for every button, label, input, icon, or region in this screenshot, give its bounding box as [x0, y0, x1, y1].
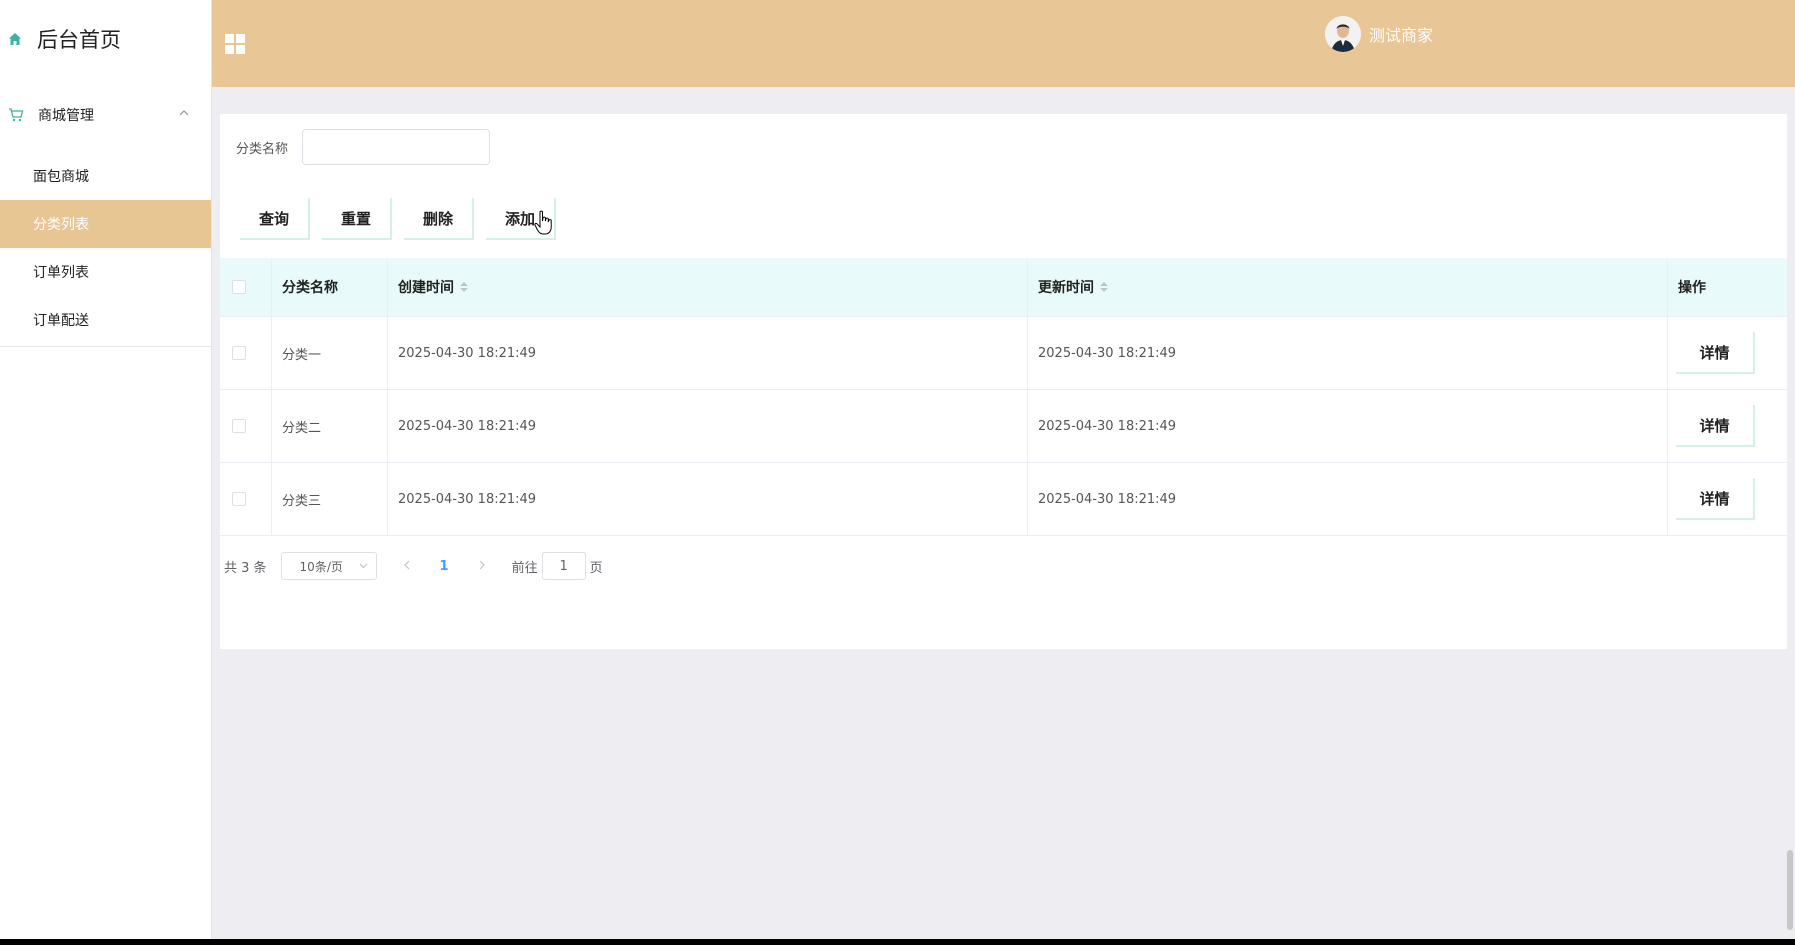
- cell-ops: 详情: [1668, 463, 1787, 535]
- category-name-input[interactable]: [302, 129, 490, 165]
- detail-button[interactable]: 详情: [1676, 405, 1755, 447]
- user-menu[interactable]: 测试商家: [1325, 16, 1433, 52]
- home-icon: [9, 33, 21, 45]
- header-created-label: 创建时间: [398, 280, 454, 296]
- chevron-left-icon: [403, 560, 409, 570]
- table-row: 分类三 2025-04-30 18:21:49 2025-04-30 18:21…: [220, 463, 1787, 536]
- cell-name: 分类三: [272, 463, 388, 535]
- goto-label: 前往: [511, 560, 538, 576]
- detail-button[interactable]: 详情: [1676, 332, 1755, 374]
- chevron-right-icon: [479, 560, 485, 570]
- cell-created: 2025-04-30 18:21:49: [388, 390, 1028, 462]
- sidebar: 后台首页 商城管理 面包商城 分类列表 订单列表 订单配送: [0, 0, 212, 939]
- search-row: 分类名称: [236, 129, 490, 165]
- reset-button[interactable]: 重置: [322, 198, 392, 240]
- cart-icon: [9, 108, 24, 122]
- username: 测试商家: [1369, 26, 1434, 45]
- header-checkbox-cell: [220, 258, 272, 316]
- row-checkbox[interactable]: [232, 346, 246, 360]
- sidebar-item-order-delivery[interactable]: 订单配送: [0, 296, 211, 344]
- chevron-down-icon: [359, 563, 367, 569]
- sidebar-item-label: 订单列表: [33, 265, 89, 281]
- sort-icon[interactable]: [1100, 282, 1108, 292]
- sidebar-brand[interactable]: 后台首页: [0, 0, 211, 78]
- menu-group-mall[interactable]: 商城管理: [0, 78, 211, 152]
- scrollbar[interactable]: [1785, 850, 1795, 930]
- total-count: 共 3 条: [224, 560, 267, 576]
- top-header: 测试商家: [212, 0, 1795, 87]
- table-header: 分类名称 创建时间 更新时间 操作: [220, 258, 1787, 317]
- next-page-button[interactable]: [479, 559, 486, 573]
- pagination: 共 3 条 10条/页 1 前往 页: [224, 552, 603, 580]
- row-checkbox-cell: [220, 390, 272, 462]
- cell-name: 分类二: [272, 390, 388, 462]
- prev-page-button[interactable]: [403, 559, 410, 573]
- goto-page: 前往 页: [512, 552, 603, 580]
- page-number[interactable]: 1: [440, 559, 449, 574]
- header-updated[interactable]: 更新时间: [1028, 258, 1668, 316]
- sidebar-item-order-list[interactable]: 订单列表: [0, 248, 211, 296]
- hand-cursor-icon: [534, 210, 552, 235]
- grid-menu-icon[interactable]: [225, 34, 245, 54]
- page-size-value: 10条/页: [299, 559, 343, 574]
- row-checkbox-cell: [220, 317, 272, 389]
- cell-created: 2025-04-30 18:21:49: [388, 463, 1028, 535]
- page-size-select[interactable]: 10条/页: [280, 552, 377, 580]
- cell-ops: 详情: [1668, 317, 1787, 389]
- sidebar-divider: [0, 346, 211, 347]
- category-table: 分类名称 创建时间 更新时间 操作 分类一 2025-04-30 18:21:4…: [220, 258, 1787, 536]
- row-checkbox[interactable]: [232, 492, 246, 506]
- cell-updated: 2025-04-30 18:21:49: [1028, 463, 1668, 535]
- row-checkbox-cell: [220, 463, 272, 535]
- select-all-checkbox[interactable]: [232, 280, 246, 294]
- table-row: 分类一 2025-04-30 18:21:49 2025-04-30 18:21…: [220, 317, 1787, 390]
- cell-updated: 2025-04-30 18:21:49: [1028, 390, 1668, 462]
- action-buttons: 查询 重置 删除 添加: [240, 198, 556, 240]
- avatar: [1325, 16, 1361, 52]
- sidebar-item-label: 面包商城: [33, 169, 89, 185]
- search-label: 分类名称: [236, 141, 289, 157]
- brand-title: 后台首页: [37, 28, 121, 52]
- content-card: 分类名称 查询 重置 删除 添加 分类名称 创建时间 更新时间 操作 分类一 2…: [220, 114, 1787, 649]
- cell-ops: 详情: [1668, 390, 1787, 462]
- sidebar-item-bread-mall[interactable]: 面包商城: [0, 152, 211, 200]
- goto-page-input[interactable]: [541, 552, 586, 580]
- sidebar-item-label: 分类列表: [33, 217, 89, 233]
- sort-icon[interactable]: [460, 282, 468, 292]
- header-ops: 操作: [1678, 280, 1706, 296]
- header-updated-label: 更新时间: [1038, 280, 1094, 296]
- row-checkbox[interactable]: [232, 419, 246, 433]
- cell-created: 2025-04-30 18:21:49: [388, 317, 1028, 389]
- menu-group-label: 商城管理: [38, 108, 94, 124]
- chevron-up-icon: [179, 110, 189, 116]
- header-created[interactable]: 创建时间: [388, 258, 1028, 316]
- sidebar-item-label: 订单配送: [33, 313, 89, 329]
- query-button[interactable]: 查询: [240, 198, 310, 240]
- cell-updated: 2025-04-30 18:21:49: [1028, 317, 1668, 389]
- header-name: 分类名称: [272, 258, 388, 316]
- table-row: 分类二 2025-04-30 18:21:49 2025-04-30 18:21…: [220, 390, 1787, 463]
- page-suffix: 页: [589, 560, 603, 576]
- cell-name: 分类一: [272, 317, 388, 389]
- detail-button[interactable]: 详情: [1676, 478, 1755, 520]
- delete-button[interactable]: 删除: [404, 198, 474, 240]
- sidebar-item-category-list[interactable]: 分类列表: [0, 200, 211, 248]
- app-root: 后台首页 商城管理 面包商城 分类列表 订单列表 订单配送 测试商家 分类名称 …: [0, 0, 1795, 939]
